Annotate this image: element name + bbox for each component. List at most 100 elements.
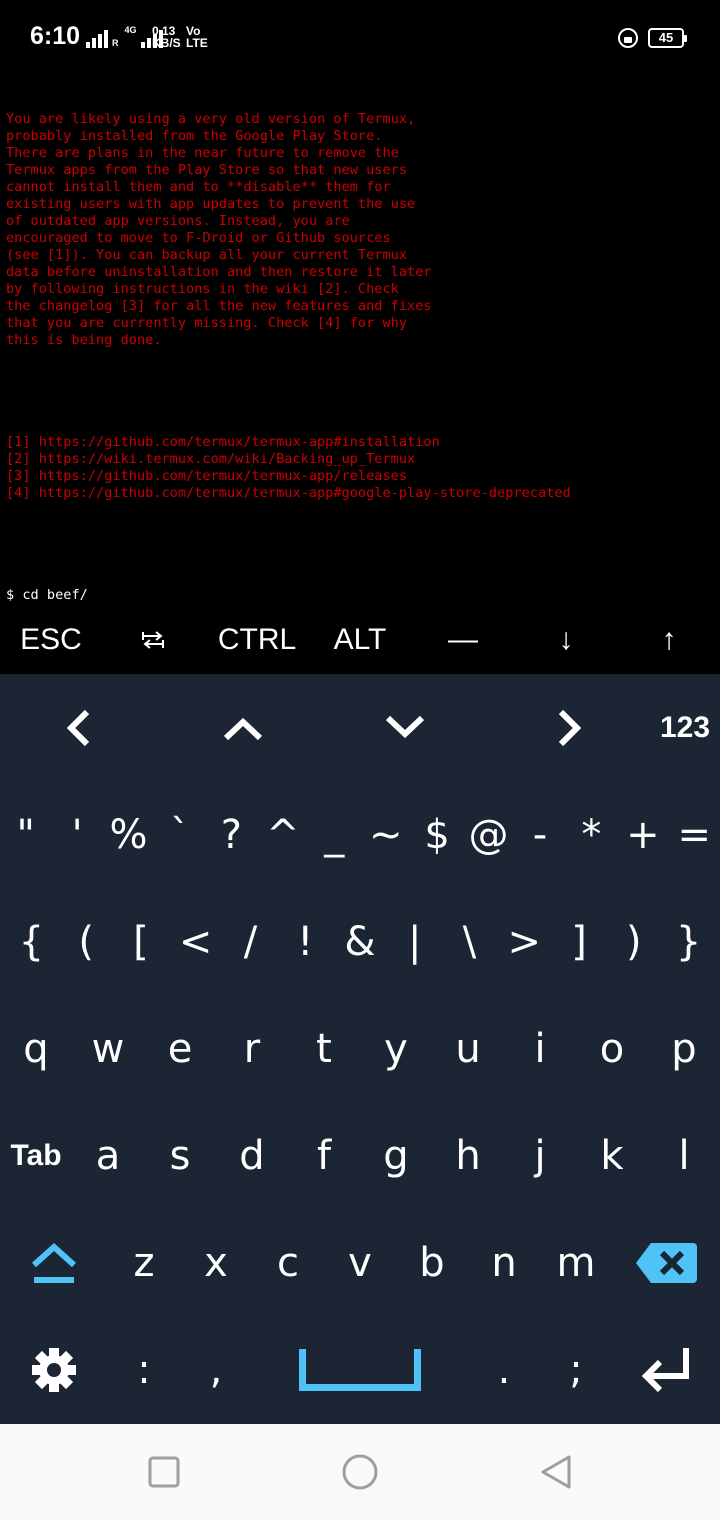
letter-key[interactable]: j xyxy=(504,1102,576,1209)
symbol-key[interactable]: ` xyxy=(154,781,205,888)
warning-line: (see [1]). You can backup all your curre… xyxy=(6,247,408,263)
symbol-key[interactable]: = xyxy=(669,781,720,888)
symbol-key[interactable]: _ xyxy=(309,781,360,888)
space-key[interactable] xyxy=(260,1316,460,1423)
comma-key[interactable]: , xyxy=(180,1316,252,1423)
letter-key[interactable]: w xyxy=(72,995,144,1102)
chevron-up-icon xyxy=(223,717,263,740)
symbol-key[interactable]: | xyxy=(387,888,442,995)
esc-key[interactable]: ESC xyxy=(0,606,102,674)
symbol-key[interactable]: ! xyxy=(278,888,333,995)
symbol-key[interactable]: ^ xyxy=(257,781,308,888)
symbol-key[interactable]: ) xyxy=(606,888,661,995)
colon-key[interactable]: : xyxy=(108,1316,180,1423)
ctrl-key[interactable]: CTRL xyxy=(206,606,308,674)
letter-key[interactable]: o xyxy=(576,995,648,1102)
enter-icon xyxy=(641,1347,689,1392)
letter-key[interactable]: c xyxy=(252,1209,324,1316)
recent-apps-icon xyxy=(148,1456,180,1488)
warning-line: cannot install them and to **disable** t… xyxy=(6,179,391,195)
letter-key[interactable]: d xyxy=(216,1102,288,1209)
settings-key[interactable] xyxy=(0,1316,108,1423)
letter-row-3: zxcvbnm xyxy=(0,1209,720,1316)
symbol-key[interactable]: ? xyxy=(206,781,257,888)
shift-icon xyxy=(31,1242,77,1283)
letter-key[interactable]: s xyxy=(144,1102,216,1209)
tab-key[interactable] xyxy=(102,606,204,674)
back-icon xyxy=(541,1455,571,1489)
warning-line: You are likely using a very old version … xyxy=(6,111,416,127)
symbol-key[interactable]: * xyxy=(566,781,617,888)
symbol-key[interactable]: $ xyxy=(411,781,462,888)
chevron-left-icon xyxy=(66,709,90,746)
letter-key[interactable]: b xyxy=(396,1209,468,1316)
symbol-key[interactable]: > xyxy=(497,888,552,995)
symbol-key[interactable]: < xyxy=(168,888,223,995)
letter-key[interactable]: e xyxy=(144,995,216,1102)
dash-key[interactable]: — xyxy=(412,606,514,674)
letter-key[interactable]: k xyxy=(576,1102,648,1209)
semicolon-key[interactable]: ; xyxy=(540,1316,612,1423)
down-arrow-key[interactable]: ↓ xyxy=(515,606,617,674)
warning-line: that you are currently missing. Check [4… xyxy=(6,315,408,331)
alt-key[interactable]: ALT xyxy=(309,606,411,674)
recent-apps-button[interactable] xyxy=(114,1424,214,1520)
link-line: [2] https://wiki.termux.com/wiki/Backing… xyxy=(6,451,416,467)
symbol-key[interactable]: [ xyxy=(114,888,169,995)
symbol-key[interactable]: { xyxy=(4,888,59,995)
shift-key[interactable] xyxy=(0,1209,108,1316)
symbol-key[interactable]: ( xyxy=(59,888,114,995)
warning-line: this is being done. xyxy=(6,332,162,348)
warning-line: by following instructions in the wiki [2… xyxy=(6,281,399,297)
cursor-down-key[interactable] xyxy=(355,674,455,781)
letter-key[interactable]: q xyxy=(0,995,72,1102)
gear-icon xyxy=(32,1347,76,1392)
letter-key[interactable]: v xyxy=(324,1209,396,1316)
symbol-key[interactable]: ~ xyxy=(360,781,411,888)
symbol-key[interactable]: + xyxy=(617,781,668,888)
backspace-key[interactable] xyxy=(612,1209,720,1316)
letter-key[interactable]: r xyxy=(216,995,288,1102)
terminal-output[interactable]: You are likely using a very old version … xyxy=(6,77,716,607)
cursor-up-key[interactable] xyxy=(193,674,293,781)
cursor-right-key[interactable] xyxy=(518,674,618,781)
extra-keys-row: ESC CTRL ALT — ↓ ↑ xyxy=(0,606,720,674)
letter-key[interactable]: n xyxy=(468,1209,540,1316)
symbol-key[interactable]: ] xyxy=(552,888,607,995)
letter-row-1: qwertyuiop xyxy=(0,995,720,1102)
letter-key[interactable]: g xyxy=(360,1102,432,1209)
back-button[interactable] xyxy=(506,1424,606,1520)
letter-key[interactable]: z xyxy=(108,1209,180,1316)
home-button[interactable] xyxy=(310,1424,410,1520)
letter-key[interactable]: u xyxy=(432,995,504,1102)
enter-key[interactable] xyxy=(612,1316,720,1423)
letter-key[interactable]: y xyxy=(360,995,432,1102)
symbol-key[interactable]: % xyxy=(103,781,154,888)
symbol-key[interactable]: ' xyxy=(51,781,102,888)
letter-key[interactable]: p xyxy=(648,995,720,1102)
symbol-key[interactable]: @ xyxy=(463,781,514,888)
warning-line: Termux apps from the Play Store so that … xyxy=(6,162,408,178)
symbol-key[interactable]: & xyxy=(333,888,388,995)
period-key[interactable]: . xyxy=(468,1316,540,1423)
letter-key[interactable]: l xyxy=(648,1102,720,1209)
tab-letter-key[interactable]: Tab xyxy=(0,1102,72,1209)
symbol-key[interactable]: } xyxy=(661,888,716,995)
warning-line: There are plans in the near future to re… xyxy=(6,145,399,161)
letter-key[interactable]: x xyxy=(180,1209,252,1316)
up-arrow-key[interactable]: ↑ xyxy=(618,606,720,674)
letter-key[interactable]: i xyxy=(504,995,576,1102)
letter-key[interactable]: t xyxy=(288,995,360,1102)
letter-key[interactable]: h xyxy=(432,1102,504,1209)
signal-bars-icon xyxy=(86,30,108,48)
numbers-key[interactable]: 123 xyxy=(650,674,720,781)
cursor-left-key[interactable] xyxy=(30,674,130,781)
symbol-key[interactable]: " xyxy=(0,781,51,888)
symbol-row-1: " '% `? ^ _ ~ $ @ - * + = xyxy=(0,781,720,888)
symbol-key[interactable]: - xyxy=(514,781,565,888)
letter-key[interactable]: a xyxy=(72,1102,144,1209)
symbol-key[interactable]: / xyxy=(223,888,278,995)
letter-key[interactable]: f xyxy=(288,1102,360,1209)
letter-key[interactable]: m xyxy=(540,1209,612,1316)
symbol-key[interactable]: \ xyxy=(442,888,497,995)
